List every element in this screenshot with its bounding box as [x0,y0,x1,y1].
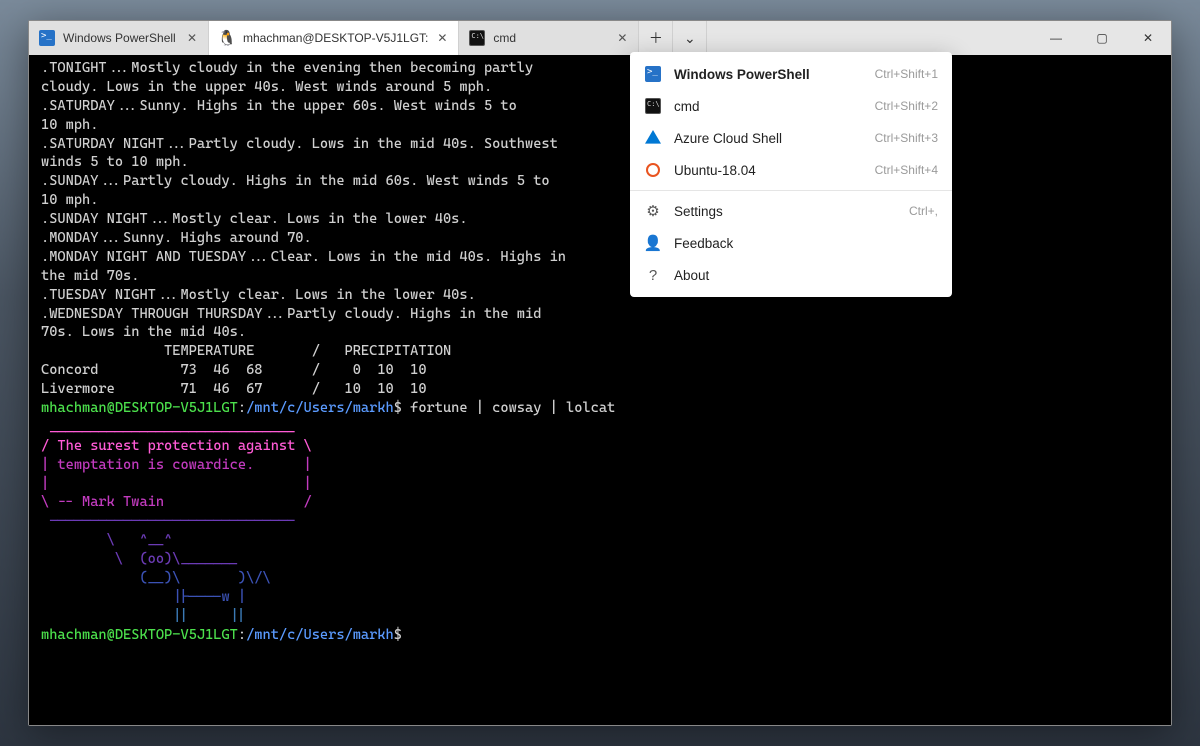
tab-powershell[interactable]: Windows PowerShell ✕ [29,21,209,55]
gear-icon: ⚙ [644,202,662,220]
cmd-icon [644,97,662,115]
terminal-content[interactable]: .TONIGHT...Mostly cloudy in the evening … [29,55,1171,725]
tab-title: cmd [493,31,608,45]
dropdown-item-powershell[interactable]: Windows PowerShell Ctrl+Shift+1 [630,58,952,90]
dropdown-item-cmd[interactable]: cmd Ctrl+Shift+2 [630,90,952,122]
tab-wsl[interactable]: 🐧 mhachman@DESKTOP-V5J1LGT: ✕ [209,21,459,55]
dropdown-item-feedback[interactable]: 👤 Feedback [630,227,952,259]
dropdown-item-settings[interactable]: ⚙ Settings Ctrl+, [630,195,952,227]
minimize-button[interactable]: — [1033,21,1079,55]
tux-icon: 🐧 [219,30,235,46]
dropdown-item-ubuntu[interactable]: Ubuntu-18.04 Ctrl+Shift+4 [630,154,952,186]
close-icon[interactable]: ✕ [184,30,200,46]
powershell-icon [39,30,55,46]
new-tab-dropdown: Windows PowerShell Ctrl+Shift+1 cmd Ctrl… [630,52,952,297]
new-tab-button[interactable]: ＋ [639,21,673,55]
tab-strip: Windows PowerShell ✕ 🐧 mhachman@DESKTOP-… [29,21,639,55]
tab-title: mhachman@DESKTOP-V5J1LGT: [243,31,428,45]
close-icon[interactable]: ✕ [434,30,450,46]
close-window-button[interactable]: ✕ [1125,21,1171,55]
question-icon: ? [644,266,662,284]
tab-cmd[interactable]: cmd ✕ [459,21,639,55]
feedback-icon: 👤 [644,234,662,252]
dropdown-item-azure[interactable]: Azure Cloud Shell Ctrl+Shift+3 [630,122,952,154]
maximize-button[interactable]: ▢ [1079,21,1125,55]
tab-dropdown-button[interactable]: ⌄ [673,21,707,55]
azure-icon [644,129,662,147]
dropdown-item-about[interactable]: ? About [630,259,952,291]
titlebar: Windows PowerShell ✕ 🐧 mhachman@DESKTOP-… [29,21,1171,55]
terminal-window: Windows PowerShell ✕ 🐧 mhachman@DESKTOP-… [28,20,1172,726]
cmd-icon [469,30,485,46]
window-controls: — ▢ ✕ [1033,21,1171,55]
tab-title: Windows PowerShell [63,31,178,45]
powershell-icon [644,65,662,83]
close-icon[interactable]: ✕ [614,30,630,46]
ubuntu-icon [644,161,662,179]
